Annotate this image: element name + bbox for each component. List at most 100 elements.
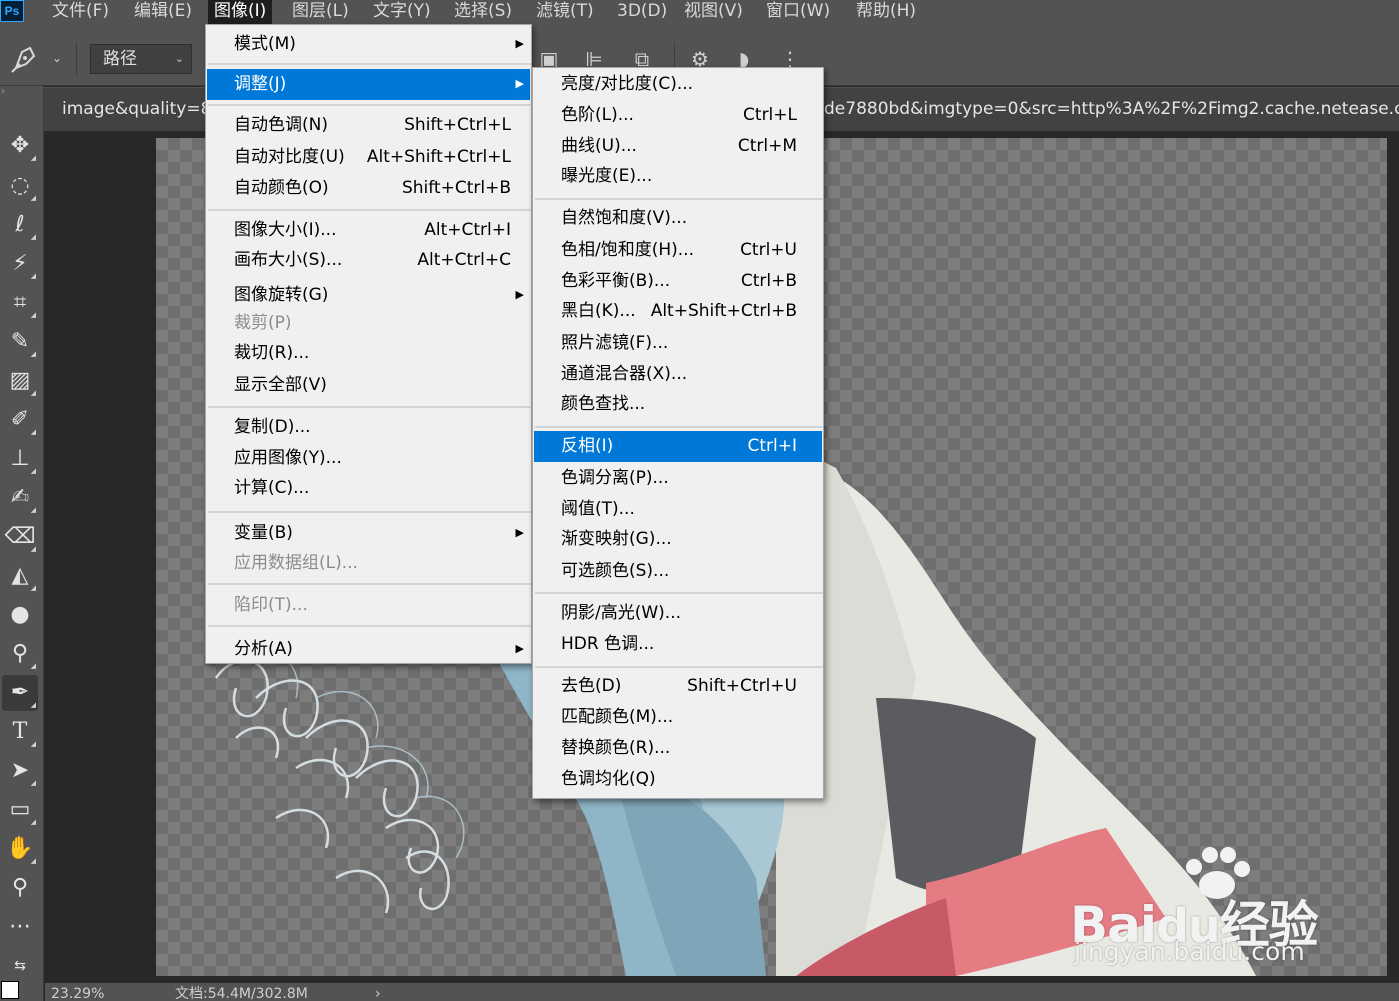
menu-item-image-size[interactable]: 图像大小(I)... Alt+Ctrl+I: [207, 215, 530, 246]
lasso-tool-icon[interactable]: ℓ ◢: [2, 207, 38, 243]
chevron-down-icon[interactable]: ⌄: [52, 51, 62, 65]
toolbar: › ✥ ◢ ◌ ◢ ℓ ◢ ⚡ ◢ ⌗ ◢ ✎ ◢ ▨ ◢ ✐ ◢ ⊥ ◢ ✍ ◢ ⌫ ◢ ◭ ◢ ● …: [0, 86, 44, 1001]
menu-item-auto-color[interactable]: 自动颜色(O) Shift+Ctrl+B: [207, 173, 530, 204]
menu-item-vibrance[interactable]: 自然饱和度(V)...: [534, 203, 822, 234]
menu-item-duplicate[interactable]: 复制(D)...: [207, 412, 530, 443]
menu-item-color-balance[interactable]: 色彩平衡(B)... Ctrl+B: [534, 266, 822, 297]
brush-tool-icon[interactable]: ✐ ◢: [2, 402, 38, 438]
submenu-arrow-icon: ▶: [515, 77, 524, 90]
clone-stamp-tool-icon[interactable]: ⊥ ◢: [2, 441, 38, 477]
type-tool-icon[interactable]: T ◢: [2, 714, 38, 750]
menu-layer[interactable]: 图层(L): [286, 0, 355, 24]
crop-tool-icon[interactable]: ⌗ ◢: [2, 285, 38, 321]
document-tab-title-start: image&quality=80: [62, 99, 223, 119]
rectangle-tool-icon[interactable]: ▭ ◢: [2, 792, 38, 828]
menu-select[interactable]: 选择(S): [448, 0, 518, 24]
menu-item-replace-color[interactable]: 替换颜色(R)...: [534, 733, 822, 764]
marquee-tool-icon[interactable]: ◌ ◢: [2, 168, 38, 204]
menu-item-exposure[interactable]: 曝光度(E)...: [534, 161, 822, 192]
chevron-right-icon[interactable]: ›: [375, 985, 381, 1001]
menu-item-invert[interactable]: 反相(I) Ctrl+I: [534, 431, 822, 462]
path-selection-tool-icon[interactable]: ➤ ◢: [2, 753, 38, 789]
menu-image[interactable]: 图像(I): [208, 0, 273, 24]
menu-separator: [208, 104, 531, 106]
eyedropper-tool-icon[interactable]: ✎ ◢: [2, 324, 38, 360]
menu-separator: [208, 583, 531, 585]
tool-mode-select[interactable]: 路径 ⌄: [90, 44, 192, 74]
menu-item-reveal-all[interactable]: 显示全部(V): [207, 370, 530, 401]
menu-item-equalize[interactable]: 色调均化(Q): [534, 764, 822, 795]
menu-3d[interactable]: 3D(D): [611, 0, 673, 24]
pen-tool-icon[interactable]: ✒ ◢: [2, 675, 38, 711]
menu-item-adjustments[interactable]: 调整(J) ▶: [207, 69, 530, 100]
zoom-level[interactable]: 23.29%: [51, 985, 104, 1001]
background-color-swatch[interactable]: [1, 981, 19, 999]
menu-item-threshold[interactable]: 阈值(T)...: [534, 494, 822, 525]
menu-item-gradient-map[interactable]: 渐变映射(G)...: [534, 524, 822, 555]
watermark-url: jingyan.baidu.com: [1074, 937, 1305, 966]
adjustments-submenu: 亮度/对比度(C)... 色阶(L)... Ctrl+L 曲线(U)... Ct…: [532, 67, 824, 799]
swap-colors-icon[interactable]: ⇆: [2, 948, 38, 984]
chevron-down-icon: ⌄: [174, 52, 184, 65]
menu-filter[interactable]: 滤镜(T): [530, 0, 600, 24]
menu-item-calculations[interactable]: 计算(C)...: [207, 473, 530, 504]
history-brush-tool-icon[interactable]: ✍ ◢: [2, 480, 38, 516]
menu-item-selective-color[interactable]: 可选颜色(S)...: [534, 556, 822, 587]
menu-item-apply-image[interactable]: 应用图像(Y)...: [207, 443, 530, 474]
menu-item-shadows-highlights[interactable]: 阴影/高光(W)...: [534, 598, 822, 629]
menu-item-analysis[interactable]: 分析(A) ▶: [207, 634, 530, 665]
menu-window[interactable]: 窗口(W): [760, 0, 836, 24]
menu-item-auto-tone[interactable]: 自动色调(N) Shift+Ctrl+L: [207, 110, 530, 141]
menu-item-color-lookup[interactable]: 颜色查找...: [534, 389, 822, 420]
menu-type[interactable]: 文字(Y): [367, 0, 437, 24]
magic-wand-tool-icon[interactable]: ⚡ ◢: [2, 246, 38, 282]
submenu-arrow-icon: ▶: [515, 642, 524, 655]
menu-item-variables[interactable]: 变量(B) ▶: [207, 518, 530, 549]
menu-separator: [535, 592, 823, 594]
menu-item-channel-mixer[interactable]: 通道混合器(X)...: [534, 359, 822, 390]
menu-separator: [208, 63, 531, 65]
menu-item-desaturate[interactable]: 去色(D) Shift+Ctrl+U: [534, 671, 822, 702]
menu-item-posterize[interactable]: 色调分离(P)...: [534, 463, 822, 494]
pen-tool-preset-icon[interactable]: [10, 44, 44, 74]
menu-separator: [208, 625, 531, 627]
menu-item-trim[interactable]: 裁切(R)...: [207, 338, 530, 369]
menu-file[interactable]: 文件(F): [46, 0, 115, 24]
menu-item-match-color[interactable]: 匹配颜色(M)...: [534, 702, 822, 733]
dodge-tool-icon[interactable]: ⚲ ◢: [2, 636, 38, 672]
menu-view[interactable]: 视图(V): [678, 0, 749, 24]
menu-item-canvas-size[interactable]: 画布大小(S)... Alt+Ctrl+C: [207, 245, 530, 276]
zoom-tool-icon[interactable]: ⚲: [2, 870, 38, 906]
more-tools-icon[interactable]: ⋯: [2, 909, 38, 945]
move-tool-icon[interactable]: ✥ ◢: [2, 128, 38, 164]
tool-mode-value: 路径: [103, 49, 137, 69]
menu-item-mode[interactable]: 模式(M) ▶: [207, 29, 530, 60]
paint-bucket-tool-icon[interactable]: ◭ ◢: [2, 558, 38, 594]
menu-bar: Ps 文件(F) 编辑(E) 图像(I) 图层(L) 文字(Y) 选择(S) 滤…: [0, 0, 1399, 24]
image-menu: 模式(M) ▶ 调整(J) ▶ 自动色调(N) Shift+Ctrl+L 自动对…: [205, 24, 532, 664]
menu-separator: [535, 198, 823, 200]
menu-separator: [208, 511, 531, 513]
menu-item-black-white[interactable]: 黑白(K)... Alt+Shift+Ctrl+B: [534, 296, 822, 327]
menu-item-apply-data-set: 应用数据组(L)...: [234, 553, 358, 573]
divider: [76, 42, 77, 76]
menu-edit[interactable]: 编辑(E): [128, 0, 198, 24]
hand-tool-icon[interactable]: ✋ ◢: [2, 831, 38, 867]
menu-separator: [535, 666, 823, 668]
submenu-arrow-icon: ▶: [515, 288, 524, 301]
menu-help[interactable]: 帮助(H): [850, 0, 922, 24]
menu-separator: [208, 406, 531, 408]
eraser-tool-icon[interactable]: ⌫ ◢: [2, 519, 38, 555]
menu-item-brightness-contrast[interactable]: 亮度/对比度(C)...: [534, 69, 822, 100]
menu-item-auto-contrast[interactable]: 自动对比度(U) Alt+Shift+Ctrl+L: [207, 142, 530, 173]
menu-item-hdr-toning[interactable]: HDR 色调...: [534, 629, 822, 660]
collapse-arrow-icon[interactable]: ›: [1, 86, 5, 97]
menu-item-image-rotation[interactable]: 图像旋转(G) ▶: [207, 280, 530, 311]
blur-tool-icon[interactable]: ●: [2, 597, 38, 633]
menu-item-hue-saturation[interactable]: 色相/饱和度(H)... Ctrl+U: [534, 235, 822, 266]
menu-item-levels[interactable]: 色阶(L)... Ctrl+L: [534, 100, 822, 131]
menu-item-photo-filter[interactable]: 照片滤镜(F)...: [534, 328, 822, 359]
submenu-arrow-icon: ▶: [515, 526, 524, 539]
menu-item-curves[interactable]: 曲线(U)... Ctrl+M: [534, 131, 822, 162]
healing-brush-tool-icon[interactable]: ▨ ◢: [2, 363, 38, 399]
